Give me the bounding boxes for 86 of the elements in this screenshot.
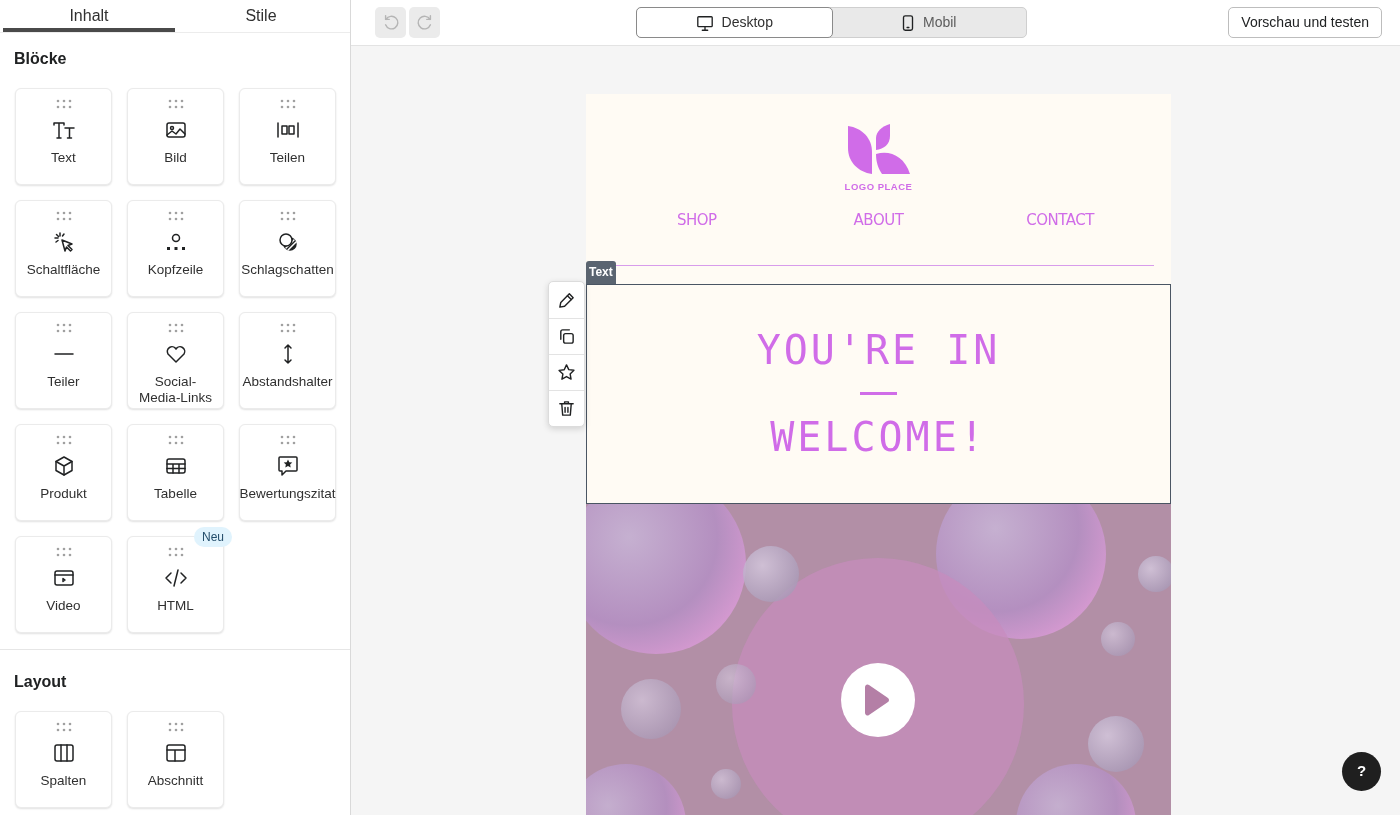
- block-label: Teiler: [47, 374, 80, 390]
- drag-handle-icon: [279, 99, 296, 109]
- block-label: Social-Media-Links: [138, 374, 213, 406]
- copy-icon: [557, 327, 576, 346]
- cube-icon: [52, 455, 75, 477]
- drag-handle-icon: [167, 323, 184, 333]
- headline-text: YOU'RE IN: [756, 328, 1001, 373]
- horizontal-line-icon: [53, 352, 74, 356]
- block-tile[interactable]: Abstandshalter: [239, 312, 336, 409]
- block-label: Schlagschatten: [241, 262, 334, 278]
- block-tile[interactable]: Schlagschatten: [239, 200, 336, 297]
- block-label: Spalten: [40, 773, 87, 789]
- columns-icon: [52, 743, 75, 763]
- trash-icon: [557, 399, 576, 418]
- block-tile[interactable]: Tabelle: [127, 424, 224, 521]
- preview-button[interactable]: Vorschau und testen: [1228, 7, 1382, 38]
- block-label: Bild: [164, 150, 187, 166]
- block-tile[interactable]: Text: [15, 88, 112, 185]
- heart-icon: [164, 344, 187, 364]
- block-label: Video: [46, 598, 81, 614]
- block-label: Abstandshalter: [242, 374, 333, 390]
- block-tile[interactable]: Spalten: [15, 711, 112, 808]
- pencil-icon: [557, 290, 576, 310]
- logo-text: LOGO PLACE: [844, 180, 913, 194]
- section-heading: Layout: [14, 672, 68, 692]
- block-tile[interactable]: Video: [15, 536, 112, 633]
- cursor-click-icon: [52, 231, 75, 253]
- block-type-tag: Text: [586, 260, 616, 284]
- leaf-logo-icon: [845, 124, 912, 176]
- headline-text: WELCOME!: [770, 415, 987, 460]
- header-icon: [164, 231, 187, 253]
- block-tile[interactable]: Social-Media-Links: [127, 312, 224, 409]
- drag-handle-icon: [279, 211, 296, 221]
- heading-divider: [860, 392, 897, 396]
- drag-handle-icon: [55, 722, 72, 732]
- code-icon: [163, 568, 188, 588]
- shadow-circles-icon: [276, 231, 299, 253]
- block-label: Produkt: [40, 486, 87, 502]
- drag-handle-icon: [55, 99, 72, 109]
- block-tile[interactable]: Bild: [127, 88, 224, 185]
- block-tile[interactable]: Produkt: [15, 424, 112, 521]
- vertical-arrows-icon: [281, 343, 294, 365]
- panel-tab[interactable]: Inhalt: [3, 0, 175, 32]
- drag-handle-icon: [167, 722, 184, 732]
- play-icon: [865, 681, 891, 718]
- image-icon: [164, 121, 187, 139]
- help-button[interactable]: ?: [1342, 752, 1381, 791]
- block-tile[interactable]: Teilen: [239, 88, 336, 185]
- drag-handle-icon: [55, 211, 72, 221]
- block-label: Kopfzeile: [147, 262, 204, 278]
- phone-icon: [901, 13, 915, 32]
- text-size-icon: [51, 120, 76, 140]
- block-tile[interactable]: Bewertungszitat: [239, 424, 336, 521]
- block-tile[interactable]: Teiler: [15, 312, 112, 409]
- drag-handle-icon: [167, 435, 184, 445]
- new-badge: Neu: [194, 527, 232, 547]
- block-tile[interactable]: Kopfzeile: [127, 200, 224, 297]
- block-label: Teilen: [269, 150, 306, 166]
- drag-handle-icon: [55, 323, 72, 333]
- block-label: Bewertungszitat: [239, 486, 336, 502]
- view-toggle[interactable]: Desktop: [636, 7, 833, 38]
- drag-handle-icon: [167, 547, 184, 557]
- block-label: Text: [51, 150, 76, 166]
- drag-handle-icon: [279, 323, 296, 333]
- table-icon: [164, 457, 187, 475]
- star-icon: [557, 363, 576, 382]
- speech-bubble-star-icon: [276, 455, 299, 477]
- block-tile[interactable]: Schaltfläche: [15, 200, 112, 297]
- monitor-icon: [695, 13, 714, 32]
- panel-tab[interactable]: Stile: [175, 0, 347, 32]
- drag-handle-icon: [167, 211, 184, 221]
- block-label: Tabelle: [154, 486, 197, 502]
- drag-handle-icon: [279, 435, 296, 445]
- redo-icon: [415, 13, 434, 32]
- drag-handle-icon: [167, 99, 184, 109]
- block-tile[interactable]: Abschnitt: [127, 711, 224, 808]
- view-toggle[interactable]: Mobil: [831, 8, 1026, 37]
- section-heading: Blöcke: [14, 49, 68, 69]
- block-label: HTML: [157, 598, 194, 614]
- block-label: Abschnitt: [147, 773, 204, 789]
- video-player-icon: [52, 569, 75, 587]
- drag-handle-icon: [55, 435, 72, 445]
- block-label: Schaltfläche: [26, 262, 101, 278]
- drag-handle-icon: [55, 547, 72, 557]
- layout-section-icon: [164, 743, 187, 763]
- split-columns-icon: [275, 121, 300, 139]
